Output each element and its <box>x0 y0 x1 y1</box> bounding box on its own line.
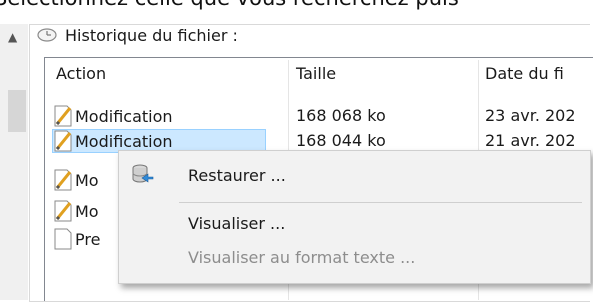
menu-separator <box>179 202 582 203</box>
edit-document-icon <box>54 130 72 152</box>
row-action: Modification <box>75 131 173 151</box>
row-action: Mo <box>75 201 99 221</box>
table-row[interactable]: Mo <box>53 168 99 192</box>
table-row[interactable]: Mo <box>53 199 99 223</box>
menu-item-label: Restaurer ... <box>188 165 286 185</box>
row-size: 168 068 ko <box>296 106 386 125</box>
column-header-date[interactable]: Date du fi <box>485 64 564 83</box>
instruction-text: Sélectionnez celle que vous recherchez p… <box>0 0 459 10</box>
edit-document-icon <box>54 169 72 191</box>
collapse-arrow-icon[interactable]: ▲ <box>8 30 17 44</box>
column-header-size[interactable]: Taille <box>296 64 336 83</box>
row-date: 21 avr. 202 <box>485 131 576 150</box>
document-icon <box>54 228 72 250</box>
menu-item-label: Visualiser ... <box>188 213 286 233</box>
group-header: Historique du fichier : <box>37 24 238 46</box>
menu-item-view-as-text: Visualiser au format texte ... <box>119 241 590 273</box>
row-action: Pre <box>75 229 101 249</box>
table-row[interactable]: Pre <box>53 227 100 251</box>
row-date: 23 avr. 202 <box>485 106 576 125</box>
row-action: Mo <box>75 170 99 190</box>
clock-icon <box>37 28 57 42</box>
edit-document-icon <box>54 200 72 222</box>
left-pane-scrollbar[interactable] <box>0 24 28 300</box>
context-menu: Restaurer ... Visualiser ... Visualiser … <box>118 150 591 284</box>
column-header-action[interactable]: Action <box>56 64 106 83</box>
group-title: Historique du fichier : <box>65 25 238 45</box>
restore-database-icon <box>132 164 154 183</box>
menu-item-label: Visualiser au format texte ... <box>188 247 416 267</box>
menu-item-restore[interactable]: Restaurer ... <box>119 159 590 191</box>
row-size: 168 044 ko <box>296 131 386 150</box>
scrollbar-thumb[interactable] <box>8 90 26 132</box>
row-action: Modification <box>75 106 173 126</box>
edit-document-icon <box>54 105 72 127</box>
table-row[interactable]: Modification <box>53 104 173 128</box>
menu-item-view[interactable]: Visualiser ... <box>119 207 590 239</box>
